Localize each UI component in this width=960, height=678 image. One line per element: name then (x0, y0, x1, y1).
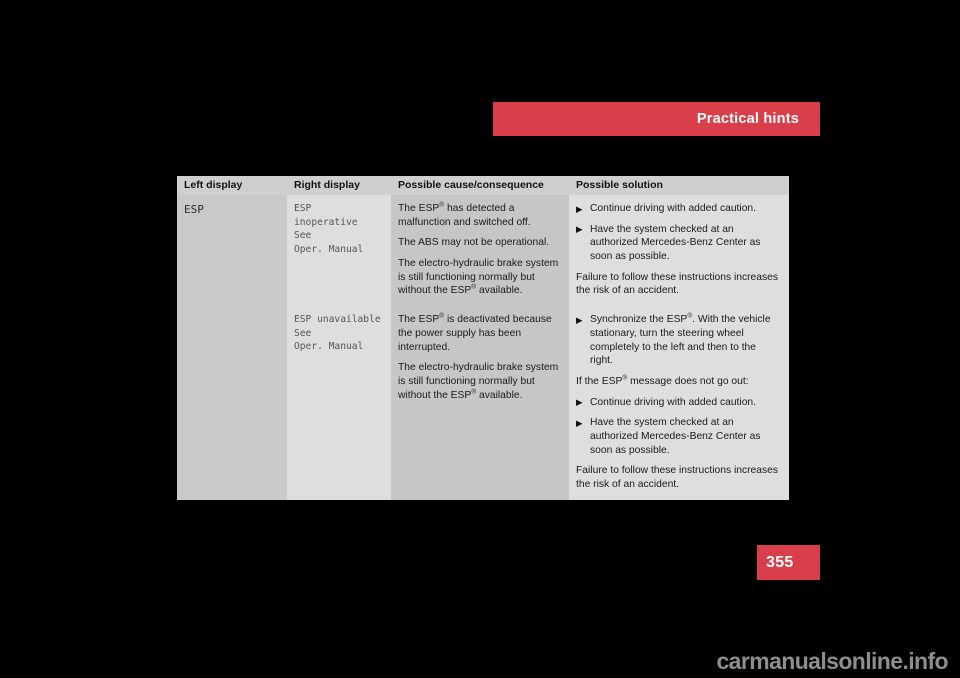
cause-paragraph: The electro-hydraulic brake system is st… (398, 362, 559, 401)
cell-possible-solution: ▶ Synchronize the ESP®. With the vehicle … (569, 306, 789, 500)
cause-paragraph: The ESP® has detected a malfunction and … (398, 201, 531, 228)
registered-trademark-icon: ® (687, 312, 693, 320)
column-header-right-display: Right display (287, 176, 391, 195)
registered-trademark-icon: ® (439, 312, 445, 320)
right-display-message: ESP inoperative See Oper. Manual (294, 203, 364, 255)
solution-bullet-item: ▶ Synchronize the ESP®. With the vehicle … (576, 313, 779, 368)
cell-right-display: ESP inoperative See Oper. Manual (287, 195, 391, 307)
column-header-possible-cause: Possible cause/consequence (391, 176, 569, 195)
registered-trademark-icon: ® (439, 201, 445, 209)
display-messages-table: Left display Right display Possible caus… (177, 176, 789, 500)
cause-paragraph: The ABS may not be operational. (398, 237, 550, 249)
page-number: 355 (766, 553, 794, 571)
left-display-message: ESP (184, 203, 204, 216)
chapter-title: Practical hints (696, 111, 799, 127)
column-header-possible-solution: Possible solution (569, 176, 789, 195)
registered-trademark-icon: ® (471, 388, 477, 396)
solution-bullet-text: Synchronize the ESP®. With the vehicle s… (590, 312, 771, 367)
right-display-message: ESP unavailable See Oper. Manual (294, 314, 381, 353)
cell-possible-cause: The ESP® has detected a malfunction and … (391, 195, 569, 307)
solution-paragraph: Failure to follow these instructions inc… (576, 271, 779, 297)
solution-bullet-text: Have the system checked at an authorized… (590, 417, 761, 456)
solution-paragraph: Failure to follow these instructions inc… (576, 465, 779, 490)
triangle-bullet-icon: ▶ (576, 224, 583, 235)
solution-bullet-item: ▶ Have the system checked at an authorize… (576, 416, 779, 457)
column-header-left-display: Left display (177, 176, 287, 195)
solution-bullet-item: ▶ Continue driving with added caution. (576, 202, 779, 216)
table-header-row: Left display Right display Possible caus… (177, 176, 789, 195)
solution-bullet-text: Continue driving with added caution. (590, 203, 757, 214)
solution-paragraph: If the ESP® message does not go out: (576, 374, 749, 387)
solution-bullet-item: ▶ Continue driving with added caution. (576, 396, 779, 410)
triangle-bullet-icon: ▶ (576, 314, 583, 325)
site-watermark: carmanualsonline.info (716, 648, 948, 674)
cell-right-display: ESP unavailable See Oper. Manual (287, 306, 391, 500)
cell-possible-solution: ▶ Continue driving with added caution. ▶ Ha… (569, 195, 789, 307)
triangle-bullet-icon: ▶ (576, 417, 583, 428)
page-number-badge: 355 (757, 545, 820, 580)
solution-bullet-text: Continue driving with added caution. (590, 396, 757, 408)
cause-paragraph: The ESP® is deactivated because the powe… (398, 312, 552, 353)
triangle-bullet-icon: ▶ (576, 397, 583, 408)
table-row: ESP unavailable See Oper. Manual The ESP®… (177, 306, 789, 500)
cell-possible-cause: The ESP® is deactivated because the powe… (391, 306, 569, 500)
table-row: ESP ESP inoperative See Oper. Manual The E… (177, 195, 789, 307)
solution-bullet-item: ▶ Have the system checked at an authorize… (576, 223, 779, 264)
cell-left-display (177, 306, 287, 500)
registered-trademark-icon: ® (471, 284, 477, 292)
registered-trademark-icon: ® (622, 374, 628, 382)
solution-bullet-text: Have the system checked at an authorized… (590, 223, 761, 263)
table-body: ESP ESP inoperative See Oper. Manual The E… (177, 195, 789, 500)
cell-left-display: ESP (177, 195, 287, 307)
triangle-bullet-icon: ▶ (576, 203, 583, 214)
cause-paragraph: The electro-hydraulic brake system is st… (398, 258, 559, 297)
chapter-banner: Practical hints (493, 102, 820, 136)
